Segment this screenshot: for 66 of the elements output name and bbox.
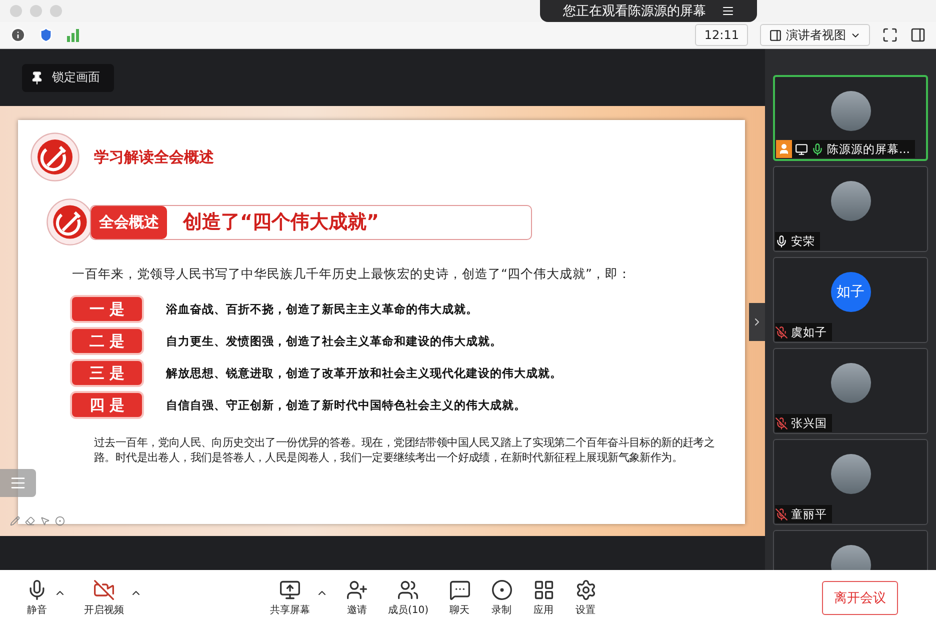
- menu-icon[interactable]: [722, 5, 734, 17]
- closing-paragraph: 过去一百年，党向人民、向历史交出了一份优异的答卷。现在，党团结带领中国人民又踏上了实现第二个百年奋斗目标的新的赶考之路。时代是出卷人，我们是答卷人，人民是阅卷人，我们一定要继续考出一个好成绩，在新时代新征程上展现新气象新作为。: [94, 435, 715, 466]
- point-label: 四 是: [72, 393, 142, 417]
- layout-icon: [769, 28, 782, 42]
- participant-tile[interactable]: 童丽平: [773, 439, 928, 525]
- name-label: 陈源源的屏幕...: [776, 140, 915, 158]
- point-label: 一 是: [72, 297, 142, 321]
- info-icon[interactable]: [10, 27, 26, 43]
- participant-tile[interactable]: 如子 虞如子: [773, 257, 928, 343]
- participant-tile[interactable]: 安荣: [773, 166, 928, 252]
- video-off-icon: [93, 578, 115, 600]
- toolbar-button[interactable]: 聊天: [446, 578, 473, 616]
- lock-view-button[interactable]: 锁定画面: [22, 64, 114, 92]
- name-label: 张兴国: [775, 414, 832, 432]
- point-text: 浴血奋战、百折不挠，创造了新民主主义革命的伟大成就。: [166, 302, 478, 316]
- point-label: 二 是: [72, 329, 142, 353]
- record-icon: [490, 578, 513, 600]
- toolbar-button[interactable]: 开启视频: [82, 578, 126, 616]
- photo-placeholder: [830, 91, 870, 131]
- toolbar-button[interactable]: 共享屏幕: [268, 578, 312, 616]
- people-icon: [397, 578, 420, 600]
- toolbar-button[interactable]: 静音: [24, 578, 50, 616]
- toolbar-button[interactable]: 应用: [530, 578, 557, 616]
- section-tag: 全会概述: [91, 206, 167, 238]
- meeting-timer: 12:11: [695, 24, 748, 46]
- fullscreen-icon[interactable]: [882, 27, 898, 43]
- participant-tile[interactable]: 陈源源的屏幕...: [773, 75, 928, 161]
- photo-placeholder: [830, 181, 870, 221]
- list-icon: [10, 475, 26, 491]
- pen-icon[interactable]: [10, 516, 20, 526]
- add-person-icon: [346, 578, 368, 600]
- section-title: 创造了“四个伟大成就”: [183, 210, 379, 235]
- toolbar-button[interactable]: 录制: [488, 578, 515, 616]
- toolbar-button[interactable]: 邀请: [344, 578, 370, 616]
- eraser-icon[interactable]: [25, 516, 35, 526]
- settings-icon: [574, 578, 597, 600]
- name-label: 安荣: [775, 232, 820, 250]
- photo-placeholder: [830, 454, 870, 494]
- share-screen-icon: [279, 578, 301, 600]
- apps-grid-icon: [532, 578, 555, 600]
- shield-icon[interactable]: [38, 27, 54, 43]
- toolbar-button[interactable]: 设置: [572, 578, 599, 616]
- pin-icon: [30, 70, 44, 84]
- intro-paragraph: 一百年来，党领导人民书写了中华民族几千年历史上最恢宏的史诗，创造了“四个伟大成就”，即：: [72, 266, 632, 283]
- toolbar-button[interactable]: 成员(10): [386, 578, 431, 616]
- signal-icon[interactable]: [66, 28, 80, 42]
- leave-meeting-button[interactable]: 离开会议: [822, 580, 898, 614]
- chat-icon: [448, 578, 471, 600]
- side-menu-button[interactable]: [0, 469, 36, 497]
- point-label: 三 是: [72, 361, 142, 385]
- point-text: 自力更生、发愤图强，创造了社会主义革命和建设的伟大成就。: [166, 334, 502, 348]
- host-icon: [778, 143, 790, 155]
- viewing-banner: 您正在观看陈源源的屏幕: [540, 0, 757, 22]
- view-selector[interactable]: 演讲者视图: [760, 24, 870, 46]
- point-text: 自信自强、守正创新，创造了新时代中国特色社会主义的伟大成就。: [166, 398, 526, 412]
- avatar-initials: 如子: [830, 272, 870, 312]
- slide-title: 学习解读全会概述: [94, 148, 214, 166]
- photo-placeholder: [830, 363, 870, 403]
- sidebar-icon[interactable]: [910, 27, 926, 43]
- name-label: 童丽平: [775, 505, 832, 523]
- name-label: 虞如子: [775, 323, 832, 341]
- spotlight-icon[interactable]: [55, 516, 65, 526]
- participant-tile[interactable]: 张兴国: [773, 348, 928, 434]
- emblem-icon: [30, 132, 80, 182]
- point-text: 解放思想、锐意进取，创造了改革开放和社会主义现代化建设的伟大成就。: [166, 366, 562, 380]
- pointer-icon[interactable]: [40, 516, 50, 526]
